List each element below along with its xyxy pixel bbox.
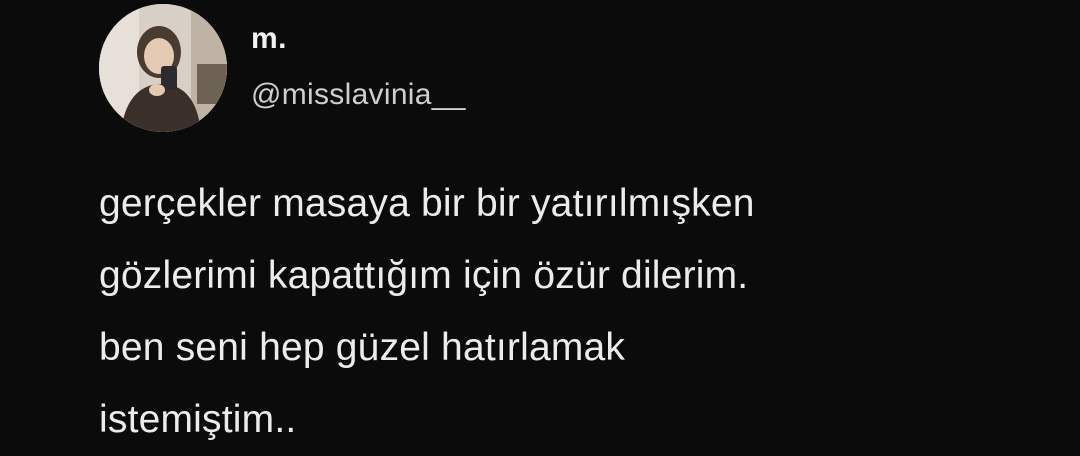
tweet-card: m. @misslavinia__ gerçekler masaya bir b… — [0, 0, 1080, 443]
profile-photo-icon — [99, 4, 227, 132]
tweet-text-line: gözlerimi kapattığım için özür dilerim. — [99, 254, 749, 297]
tweet-text-line: ben seni hep güzel hatırlamak — [99, 326, 626, 369]
display-name[interactable]: m. — [251, 22, 287, 56]
avatar[interactable] — [99, 4, 227, 132]
user-handle[interactable]: @misslavinia__ — [251, 78, 466, 112]
tweet-text-line: gerçekler masaya bir bir yatırılmışken — [99, 182, 755, 225]
tweet-text-line: istemiştim.. — [99, 398, 297, 441]
tweet-text: gerçekler masaya bir bir yatırılmışken g… — [99, 168, 1059, 456]
